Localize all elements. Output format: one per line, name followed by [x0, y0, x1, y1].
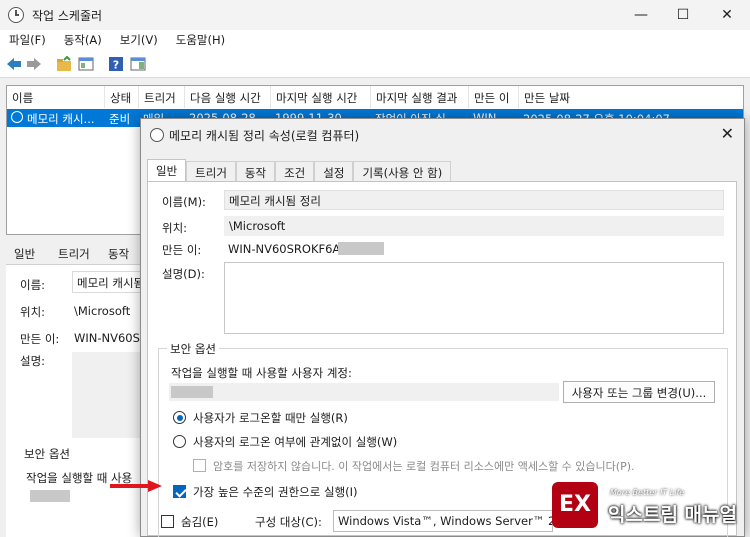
menu-view[interactable]: 보기(V) [111, 30, 167, 50]
toolbar: ? [0, 50, 750, 78]
watermark-logo: EX [552, 482, 598, 528]
location-value: \Microsoft [224, 216, 724, 236]
lower-tab-general[interactable]: 일반 [14, 246, 35, 262]
redacted-author [338, 242, 384, 255]
lower-location-label: 위치: [20, 305, 46, 319]
no-store-password-checkbox[interactable] [193, 459, 206, 472]
task-clock-icon [11, 111, 23, 123]
action-pane-icon[interactable] [130, 56, 146, 72]
column-header-status[interactable]: 상태 [105, 86, 139, 108]
menu-help[interactable]: 도움말(H) [167, 30, 234, 50]
clock-icon [8, 7, 24, 23]
help-icon[interactable]: ? [108, 56, 124, 72]
menu-action[interactable]: 동작(A) [55, 30, 111, 50]
radio-run-whether-logged-on-label[interactable]: 사용자의 로그온 여부에 관계없이 실행(W) [193, 434, 397, 450]
tab-settings[interactable]: 설정 [314, 161, 354, 181]
lower-author-label: 만든 이: [20, 332, 60, 346]
no-store-password-label[interactable]: 암호를 저장하지 않습니다. 이 작업에서는 로컬 컴퓨터 리소스에만 액세스할… [213, 458, 635, 474]
redacted-account [171, 386, 213, 398]
watermark: EX More Better IT Life 익스트림 매뉴얼 [548, 480, 748, 530]
hidden-label[interactable]: 숨김(E) [181, 514, 218, 530]
account-field [169, 383, 559, 401]
highest-privileges-label[interactable]: 가장 높은 수준의 권한으로 실행(I) [193, 484, 358, 500]
svg-text:?: ? [113, 59, 119, 72]
tab-general[interactable]: 일반 [147, 159, 187, 183]
lower-location-value: \Microsoft [74, 304, 131, 318]
column-header-author[interactable]: 만든 이 [469, 86, 519, 108]
hidden-checkbox[interactable] [161, 515, 174, 528]
lower-security-title: 보안 옵션 [24, 447, 70, 461]
forward-arrow-icon[interactable] [26, 56, 42, 72]
clock-icon [150, 128, 164, 142]
radio-logged-on-only[interactable] [173, 411, 186, 424]
column-header-last-run[interactable]: 마지막 실행 시간 [271, 86, 371, 108]
radio-run-whether-logged-on[interactable] [173, 435, 186, 448]
app-title: 작업 스케줄러 [32, 9, 103, 23]
back-arrow-icon[interactable] [6, 56, 22, 72]
annotation-arrow-icon [110, 480, 162, 492]
task-details-panel: 일반 트리거 동작 이름: 메모리 캐시됨 위치: \Microsoft 만든 … [6, 240, 156, 537]
dialog-close-button[interactable]: ✕ [721, 124, 734, 143]
tab-history[interactable]: 기록(사용 안 함) [353, 161, 452, 181]
configure-for-select[interactable]: Windows Vista™, Windows Server™ 2008 [333, 510, 553, 532]
configure-for-label: 구성 대상(C): [255, 515, 322, 529]
column-header-trigger[interactable]: 트리거 [139, 86, 185, 108]
redacted-user [30, 490, 70, 502]
security-options-title: 보안 옵션 [167, 341, 219, 357]
column-header-created[interactable]: 만든 날짜 [519, 86, 743, 108]
minimize-button[interactable]: — [630, 5, 652, 25]
task-status: 준비 [109, 112, 131, 126]
highest-privileges-checkbox[interactable] [173, 485, 186, 498]
title-bar: 작업 스케줄러 — ☐ ✕ [0, 0, 750, 30]
show-hide-console-icon[interactable] [78, 56, 94, 72]
maximize-button[interactable]: ☐ [672, 5, 694, 25]
radio-logged-on-only-label[interactable]: 사용자가 로그온할 때만 실행(R) [193, 410, 348, 426]
task-name: 메모리 캐시... [27, 112, 95, 126]
change-user-group-button[interactable]: 사용자 또는 그룹 변경(U)... [563, 381, 715, 403]
watermark-tagline: More Better IT Life [610, 488, 685, 497]
folder-up-icon[interactable] [56, 56, 72, 72]
column-header-last-result[interactable]: 마지막 실행 결과 [371, 86, 469, 108]
lower-tab-actions[interactable]: 동작 [108, 246, 129, 262]
description-field[interactable] [224, 262, 724, 334]
menu-bar: 파일(F) 동작(A) 보기(V) 도움말(H) [0, 30, 750, 50]
watermark-name: 익스트림 매뉴얼 [608, 504, 737, 526]
dialog-tab-bar: 일반 트리거 동작 조건 설정 기록(사용 안 함) [147, 159, 452, 183]
column-header-name[interactable]: 이름 [7, 86, 105, 108]
lower-desc-label: 설명: [20, 354, 46, 368]
close-button[interactable]: ✕ [716, 5, 738, 25]
menu-file[interactable]: 파일(F) [0, 30, 55, 50]
author-label: 만든 이: [162, 243, 202, 257]
column-header-next-run[interactable]: 다음 실행 시간 [185, 86, 271, 108]
tab-triggers[interactable]: 트리거 [186, 161, 236, 181]
lower-author-value: WIN-NV60SR [74, 331, 148, 345]
account-label: 작업을 실행할 때 사용할 사용자 계정: [171, 366, 352, 380]
lower-name-label: 이름: [20, 278, 46, 292]
description-label: 설명(D): [162, 267, 205, 281]
tab-actions[interactable]: 동작 [235, 161, 276, 181]
location-label: 위치: [162, 221, 188, 235]
tab-conditions[interactable]: 조건 [275, 161, 315, 181]
name-label: 이름(M): [162, 195, 206, 209]
task-properties-dialog: 메모리 캐시됨 정리 속성(로컬 컴퓨터) ✕ 일반 트리거 동작 조건 설정 … [140, 118, 745, 537]
author-value: WIN-NV60SROKF6A\ [228, 242, 345, 256]
name-field[interactable]: 메모리 캐시됨 정리 [224, 190, 724, 210]
dialog-title: 메모리 캐시됨 정리 속성(로컬 컴퓨터) [169, 129, 360, 143]
lower-tab-triggers[interactable]: 트리거 [58, 246, 90, 262]
